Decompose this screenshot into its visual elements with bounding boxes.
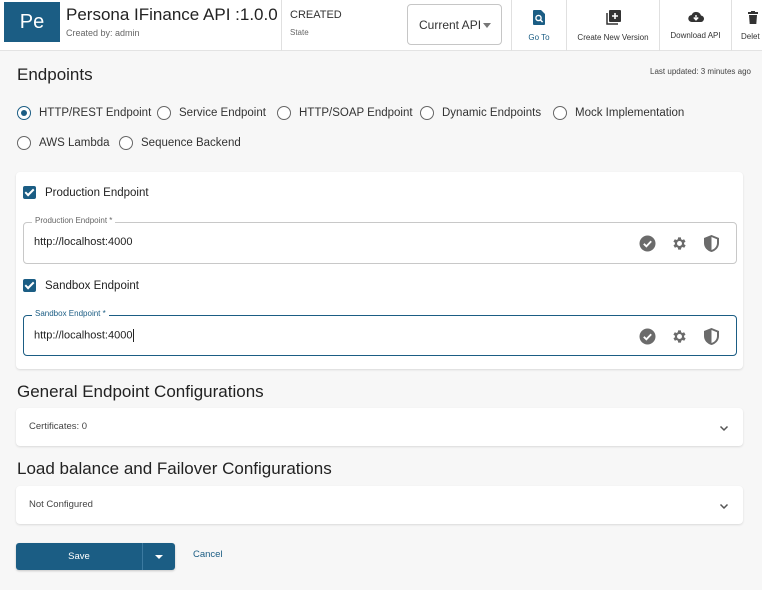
api-header-bar: Pe Persona IFinance API :1.0.0 Created b… <box>0 0 762 51</box>
text-cursor <box>133 329 135 342</box>
create-new-version-label: Create New Version <box>577 32 649 42</box>
sandbox-endpoint-value: http://localhost:4000 <box>34 329 133 342</box>
divider <box>281 0 282 51</box>
save-button-group: Save <box>16 543 175 570</box>
checkbox-checked-icon <box>23 186 36 199</box>
api-avatar: Pe <box>4 2 60 42</box>
download-api-label: Download API <box>670 31 721 40</box>
chevron-down-icon <box>719 498 729 516</box>
new-version-icon <box>605 9 621 27</box>
sandbox-endpoint-field[interactable]: Sandbox Endpoint * http://localhost:4000 <box>23 309 737 356</box>
loadbalance-status: Not Configured <box>29 499 93 510</box>
lifecycle-state-label: State <box>290 28 309 37</box>
create-new-version-button[interactable]: Create New Version <box>567 0 659 51</box>
goto-label: Go To <box>528 32 550 42</box>
radio-label: Service Endpoint <box>179 107 266 119</box>
version-select-value: Current API <box>419 17 482 32</box>
radio-icon <box>157 106 171 120</box>
radio-sequence-backend[interactable]: Sequence Backend <box>119 136 241 150</box>
check-circle-icon[interactable] <box>638 327 656 345</box>
radio-icon <box>420 106 434 120</box>
production-endpoint-input[interactable]: http://localhost:4000 <box>34 236 132 248</box>
production-endpoint-checkbox[interactable]: Production Endpoint <box>23 186 149 199</box>
cloud-download-icon <box>687 11 704 25</box>
radio-icon <box>119 136 133 150</box>
api-avatar-initials: Pe <box>19 10 45 33</box>
gear-icon[interactable] <box>670 327 688 345</box>
radio-http-soap-endpoint[interactable]: HTTP/SOAP Endpoint <box>277 106 413 120</box>
radio-icon <box>277 106 291 120</box>
save-options-button[interactable] <box>143 543 175 570</box>
loadbalance-heading: Load balance and Failover Configurations <box>17 459 332 478</box>
radio-icon <box>553 106 567 120</box>
radio-service-endpoint[interactable]: Service Endpoint <box>157 106 266 120</box>
general-config-heading: General Endpoint Configurations <box>17 382 264 401</box>
sandbox-endpoint-input[interactable]: http://localhost:4000 <box>34 329 135 342</box>
check-circle-icon[interactable] <box>638 234 656 252</box>
save-button[interactable]: Save <box>16 543 143 570</box>
delete-label: Delet <box>741 31 760 41</box>
divider <box>731 0 732 51</box>
radio-icon <box>17 136 31 150</box>
caret-down-icon <box>155 554 163 559</box>
checkbox-checked-icon <box>23 279 36 292</box>
gear-icon[interactable] <box>670 234 688 252</box>
radio-label: AWS Lambda <box>39 137 110 149</box>
loadbalance-accordion[interactable]: Not Configured <box>16 486 743 524</box>
production-endpoint-field[interactable]: Production Endpoint * http://localhost:4… <box>23 216 737 264</box>
radio-checked-icon <box>17 106 31 120</box>
version-select[interactable]: Current API <box>407 4 502 45</box>
last-updated: Last updated: 3 minutes ago <box>650 67 751 76</box>
checkbox-label: Production Endpoint <box>45 186 149 199</box>
chevron-down-icon <box>719 420 729 438</box>
shield-icon[interactable] <box>702 327 720 345</box>
endpoints-heading: Endpoints <box>17 65 93 84</box>
goto-button[interactable]: Go To <box>512 0 566 51</box>
api-created-by: Created by: admin <box>66 28 140 38</box>
search-doc-icon <box>532 9 546 27</box>
radio-http-rest-endpoint[interactable]: HTTP/REST Endpoint <box>17 106 151 120</box>
radio-label: Sequence Backend <box>141 137 241 149</box>
radio-label: HTTP/SOAP Endpoint <box>299 107 413 119</box>
certificates-count: Certificates: 0 <box>29 421 88 432</box>
sandbox-endpoint-field-label: Sandbox Endpoint * <box>32 309 109 318</box>
caret-down-icon <box>483 23 491 28</box>
api-title: Persona IFinance API :1.0.0 <box>66 5 278 24</box>
trash-icon <box>748 10 758 26</box>
checkbox-label: Sandbox Endpoint <box>45 279 139 292</box>
download-api-button[interactable]: Download API <box>660 0 731 51</box>
radio-label: Mock Implementation <box>575 107 685 119</box>
radio-dynamic-endpoints[interactable]: Dynamic Endpoints <box>420 106 541 120</box>
radio-mock-implementation[interactable]: Mock Implementation <box>553 106 684 120</box>
radio-label: HTTP/REST Endpoint <box>39 107 152 119</box>
sandbox-endpoint-checkbox[interactable]: Sandbox Endpoint <box>23 279 139 292</box>
delete-button[interactable]: Delet <box>738 0 762 51</box>
radio-aws-lambda[interactable]: AWS Lambda <box>17 136 110 150</box>
cancel-link[interactable]: Cancel <box>193 549 223 560</box>
lifecycle-state-value: CREATED <box>290 9 342 21</box>
certificates-accordion[interactable]: Certificates: 0 <box>16 408 743 446</box>
shield-icon[interactable] <box>702 234 720 252</box>
production-endpoint-field-label: Production Endpoint * <box>32 216 116 225</box>
radio-label: Dynamic Endpoints <box>442 107 542 119</box>
